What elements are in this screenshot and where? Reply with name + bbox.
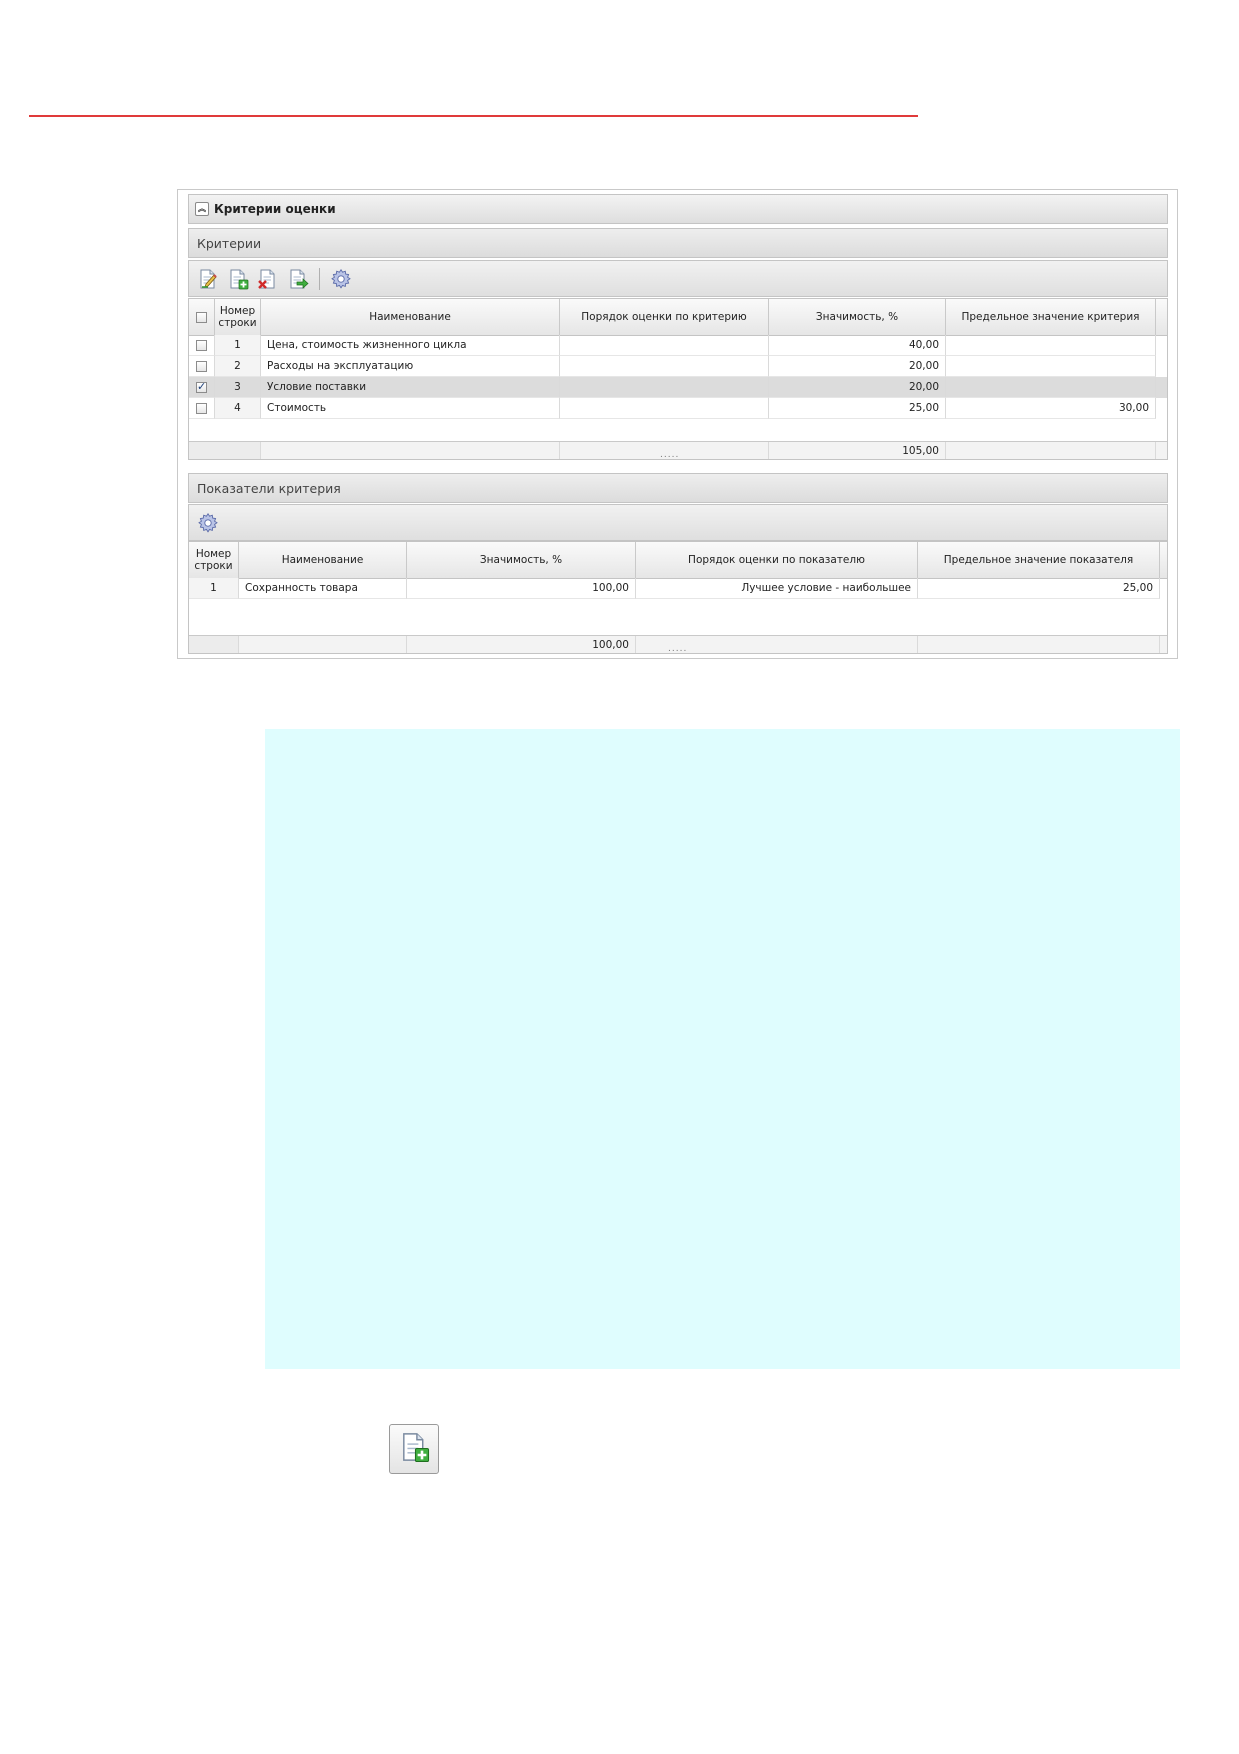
- criteria-grid-header: Номер строки Наименование Порядок оценки…: [189, 299, 1167, 336]
- row-weight: 20,00: [769, 377, 946, 398]
- footer-name: [261, 442, 560, 459]
- settings-icon[interactable]: [197, 512, 219, 534]
- row-order: [560, 356, 769, 377]
- resize-grip[interactable]: .....: [668, 644, 687, 653]
- indicators-section-header: Показатели критерия: [188, 473, 1168, 503]
- divider-rule: [29, 115, 918, 117]
- row-limit: [946, 335, 1156, 356]
- row-order: Лучшее условие - наибольшее: [636, 578, 918, 599]
- row-checkbox-cell: [189, 356, 215, 377]
- indicators-grid: Номер строки Наименование Значимость, % …: [188, 541, 1168, 654]
- row-order: [560, 335, 769, 356]
- criteria-grid: Номер строки Наименование Порядок оценки…: [188, 298, 1168, 460]
- collapse-icon[interactable]: ︽: [195, 202, 209, 216]
- row-limit: 30,00: [946, 398, 1156, 419]
- table-row-selected[interactable]: 3 Условие поставки 20,00: [189, 377, 1167, 398]
- column-header-weight[interactable]: Значимость, %: [769, 299, 946, 335]
- row-number: 4: [215, 398, 261, 419]
- panel-title: Критерии оценки: [214, 202, 336, 216]
- row-order: [560, 398, 769, 419]
- row-name: Цена, стоимость жизненного цикла: [261, 335, 560, 356]
- column-header-name[interactable]: Наименование: [239, 542, 407, 578]
- row-name: Стоимость: [261, 398, 560, 419]
- footer-total-weight: 105,00: [769, 442, 946, 459]
- footer-limit: [946, 442, 1156, 459]
- footer-name: [239, 636, 407, 653]
- column-header-limit[interactable]: Предельное значение критерия: [946, 299, 1156, 335]
- row-checkbox-checked[interactable]: [196, 380, 207, 393]
- select-all-cell: [189, 299, 215, 335]
- indicators-grid-footer: 100,00 .....: [189, 635, 1167, 653]
- select-all-checkbox[interactable]: [196, 311, 207, 323]
- table-row[interactable]: 1 Сохранность товара 100,00 Лучшее услов…: [189, 578, 1167, 599]
- row-number: 1: [189, 578, 239, 599]
- indicators-section-title: Показатели критерия: [197, 480, 341, 496]
- row-number: 2: [215, 356, 261, 377]
- footer-limit: [918, 636, 1160, 653]
- table-row[interactable]: 1 Цена, стоимость жизненного цикла 40,00: [189, 335, 1167, 356]
- criteria-grid-footer: ..... 105,00: [189, 441, 1167, 459]
- footer-spacer: [189, 636, 239, 653]
- criteria-section-title: Критерии: [197, 235, 262, 251]
- row-order: [560, 377, 769, 398]
- footer-spacer: [189, 442, 261, 459]
- criteria-section-header: Критерии: [188, 228, 1168, 258]
- resize-grip[interactable]: .....: [660, 450, 679, 459]
- row-number: 3: [215, 377, 261, 398]
- column-header-order[interactable]: Порядок оценки по показателю: [636, 542, 918, 578]
- footer-order: .....: [560, 442, 769, 459]
- add-icon[interactable]: [227, 268, 249, 290]
- row-checkbox-cell: [189, 398, 215, 419]
- indicators-grid-header: Номер строки Наименование Значимость, % …: [189, 542, 1167, 579]
- footer-order: .....: [636, 636, 918, 653]
- row-name: Сохранность товара: [239, 578, 407, 599]
- row-weight: 20,00: [769, 356, 946, 377]
- footer-total-weight: 100,00: [407, 636, 636, 653]
- row-limit: 25,00: [918, 578, 1160, 599]
- row-checkbox[interactable]: [196, 339, 207, 351]
- row-weight: 100,00: [407, 578, 636, 599]
- row-checkbox-cell: [189, 335, 215, 356]
- column-header-weight[interactable]: Значимость, %: [407, 542, 636, 578]
- row-checkbox[interactable]: [196, 360, 207, 372]
- table-row[interactable]: 4 Стоимость 25,00 30,00: [189, 398, 1167, 419]
- row-limit: [946, 356, 1156, 377]
- column-header-num[interactable]: Номер строки: [189, 542, 239, 578]
- row-weight: 25,00: [769, 398, 946, 419]
- add-document-icon: [398, 1431, 430, 1467]
- evaluation-criteria-panel: ︽ Критерии оценки Критерии Номер строки …: [177, 189, 1178, 659]
- export-icon[interactable]: [287, 268, 309, 290]
- column-header-limit[interactable]: Предельное значение показателя: [918, 542, 1160, 578]
- add-record-button[interactable]: [389, 1424, 439, 1474]
- row-limit: [946, 377, 1156, 398]
- row-name: Условие поставки: [261, 377, 560, 398]
- table-row[interactable]: 2 Расходы на эксплуатацию 20,00: [189, 356, 1167, 377]
- note-box: [265, 729, 1180, 1369]
- row-name: Расходы на эксплуатацию: [261, 356, 560, 377]
- row-weight: 40,00: [769, 335, 946, 356]
- indicators-toolbar: [188, 504, 1168, 541]
- column-header-name[interactable]: Наименование: [261, 299, 560, 335]
- column-header-order[interactable]: Порядок оценки по критерию: [560, 299, 769, 335]
- delete-icon[interactable]: [257, 268, 279, 290]
- toolbar-separator: [319, 267, 320, 290]
- row-number: 1: [215, 335, 261, 356]
- criteria-toolbar: [188, 260, 1168, 297]
- row-checkbox-cell: [189, 377, 215, 398]
- settings-icon[interactable]: [330, 268, 352, 290]
- row-checkbox[interactable]: [196, 402, 207, 414]
- column-header-num[interactable]: Номер строки: [215, 299, 261, 335]
- edit-icon[interactable]: [197, 268, 219, 290]
- panel-title-bar: ︽ Критерии оценки: [188, 194, 1168, 224]
